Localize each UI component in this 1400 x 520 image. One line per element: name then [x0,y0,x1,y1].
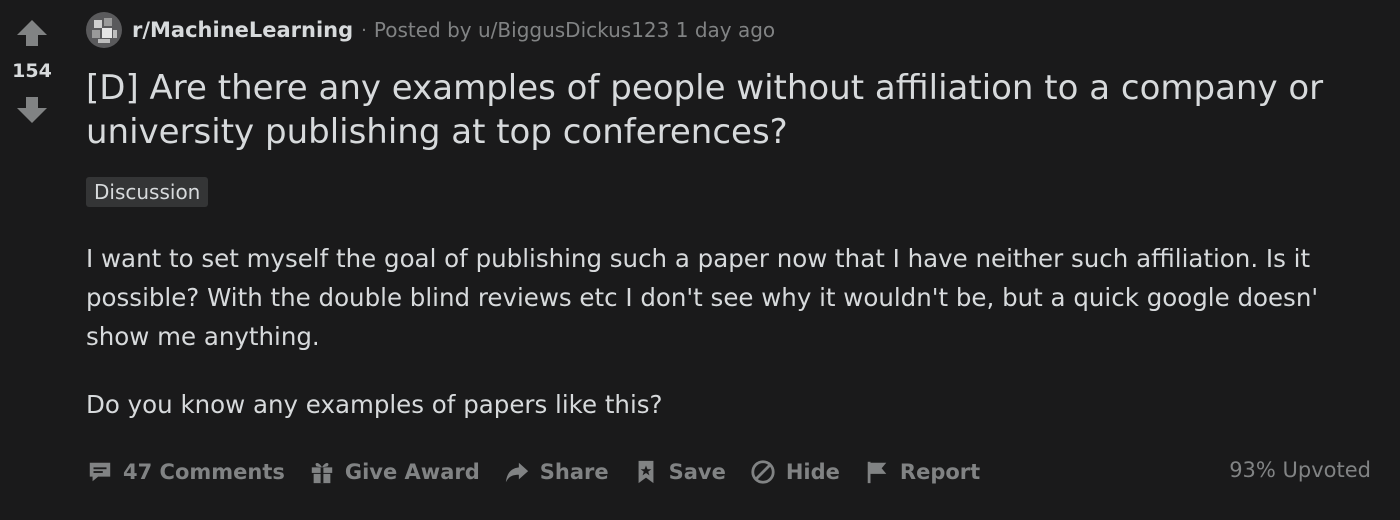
share-button[interactable]: Share [503,452,609,492]
post-body: I want to set myself the goal of publish… [86,239,1386,424]
hide-circle-icon [749,458,777,486]
report-label: Report [899,460,981,484]
give-award-label: Give Award [344,460,480,484]
author-link[interactable]: u/BiggusDickus123 [478,18,669,42]
bookmark-icon [632,458,660,486]
comments-label: 47 Comments [123,460,285,484]
hide-button[interactable]: Hide [749,452,840,492]
report-button[interactable]: Report [863,452,980,492]
flag-icon [863,458,891,486]
subreddit-link[interactable]: r/MachineLearning [132,18,353,42]
vote-count: 154 [12,60,52,82]
post-meta: r/MachineLearning · Posted by u/BiggusDi… [86,10,775,50]
upvote-ratio: 93% Upvoted [1229,458,1371,482]
post-body-paragraph: Do you know any examples of papers like … [86,390,663,419]
post-age[interactable]: 1 day ago [676,18,775,42]
comments-button[interactable]: 47 Comments [86,452,285,492]
post-flair[interactable]: Discussion [86,177,209,207]
vote-column: 154 [0,0,64,520]
downvote-arrow-icon[interactable] [15,95,49,125]
subreddit-avatar-icon[interactable] [86,12,122,48]
post-action-bar: 47 Comments Give Award Share Save Hide R… [86,452,1003,492]
save-label: Save [668,460,726,484]
upvote-arrow-icon[interactable] [15,18,49,48]
share-label: Share [539,460,609,484]
comment-bubble-icon [86,458,114,486]
meta-separator: · [361,19,367,41]
save-button[interactable]: Save [632,452,726,492]
give-award-button[interactable]: Give Award [308,452,480,492]
gift-icon [308,458,336,486]
posted-by-text: Posted by u/BiggusDickus123 1 day ago [374,18,775,42]
post-title[interactable]: [D] Are there any examples of people wit… [86,66,1376,154]
share-arrow-icon [503,458,531,486]
post-body-paragraph: I want to set myself the goal of publish… [86,244,1319,351]
posted-by-prefix: Posted by [373,18,472,42]
hide-label: Hide [785,460,840,484]
